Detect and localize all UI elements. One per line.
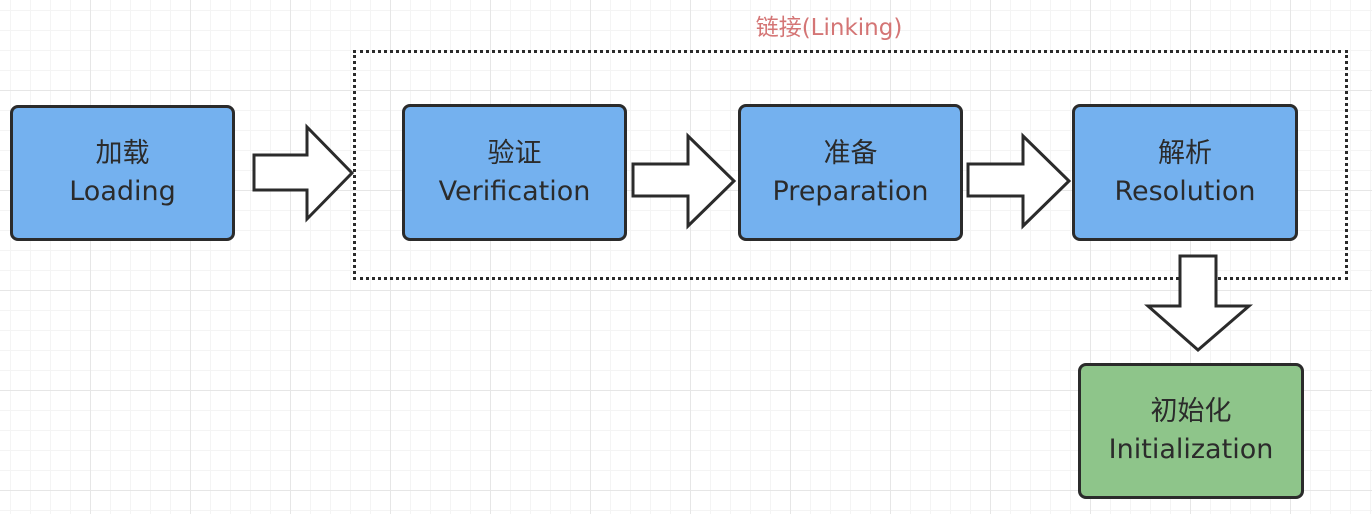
resolution-node: 解析 Resolution bbox=[1072, 104, 1298, 241]
loading-node: 加载 Loading bbox=[10, 105, 235, 241]
linking-group-label: 链接(Linking) bbox=[755, 15, 903, 41]
initialization-en-label: Initialization bbox=[1108, 434, 1274, 465]
arrow-verification-to-preparation bbox=[631, 132, 737, 230]
resolution-zh-label: 解析 bbox=[1158, 137, 1212, 169]
arrow-loading-to-linking bbox=[252, 123, 355, 223]
verification-node: 验证 Verification bbox=[402, 104, 627, 241]
resolution-en-label: Resolution bbox=[1114, 175, 1256, 207]
loading-en-label: Loading bbox=[69, 176, 176, 207]
initialization-node: 初始化 Initialization bbox=[1078, 363, 1304, 499]
initialization-zh-label: 初始化 bbox=[1150, 396, 1232, 427]
preparation-zh-label: 准备 bbox=[823, 137, 878, 169]
verification-zh-label: 验证 bbox=[487, 137, 542, 169]
loading-zh-label: 加载 bbox=[95, 138, 150, 169]
preparation-node: 准备 Preparation bbox=[738, 104, 963, 241]
verification-en-label: Verification bbox=[438, 175, 591, 207]
preparation-en-label: Preparation bbox=[772, 175, 929, 207]
arrow-preparation-to-resolution bbox=[966, 132, 1072, 230]
arrow-resolution-to-initialization bbox=[1144, 254, 1254, 352]
diagram-canvas: 链接(Linking) 加载 Loading 验证 Verification 准… bbox=[0, 0, 1372, 514]
